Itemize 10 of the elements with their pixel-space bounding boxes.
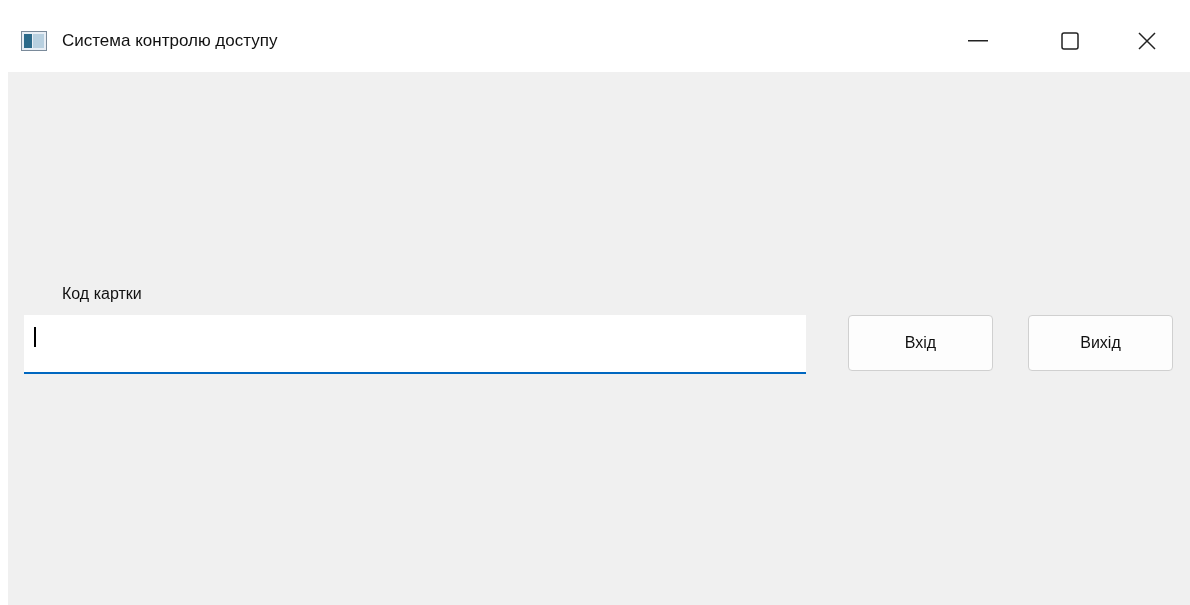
- action-button[interactable]: Вихід: [1028, 315, 1173, 371]
- close-icon: [1138, 32, 1156, 50]
- field-label: Код картки: [62, 284, 143, 304]
- maximize-icon: [1061, 32, 1079, 50]
- card-code-field[interactable]: [24, 315, 806, 374]
- text-cursor: [34, 327, 36, 347]
- app-icon: [21, 31, 47, 51]
- window-title: Система контролю доступу: [62, 30, 278, 53]
- minimize-icon: [968, 40, 988, 42]
- action-button[interactable]: Вхід: [848, 315, 993, 371]
